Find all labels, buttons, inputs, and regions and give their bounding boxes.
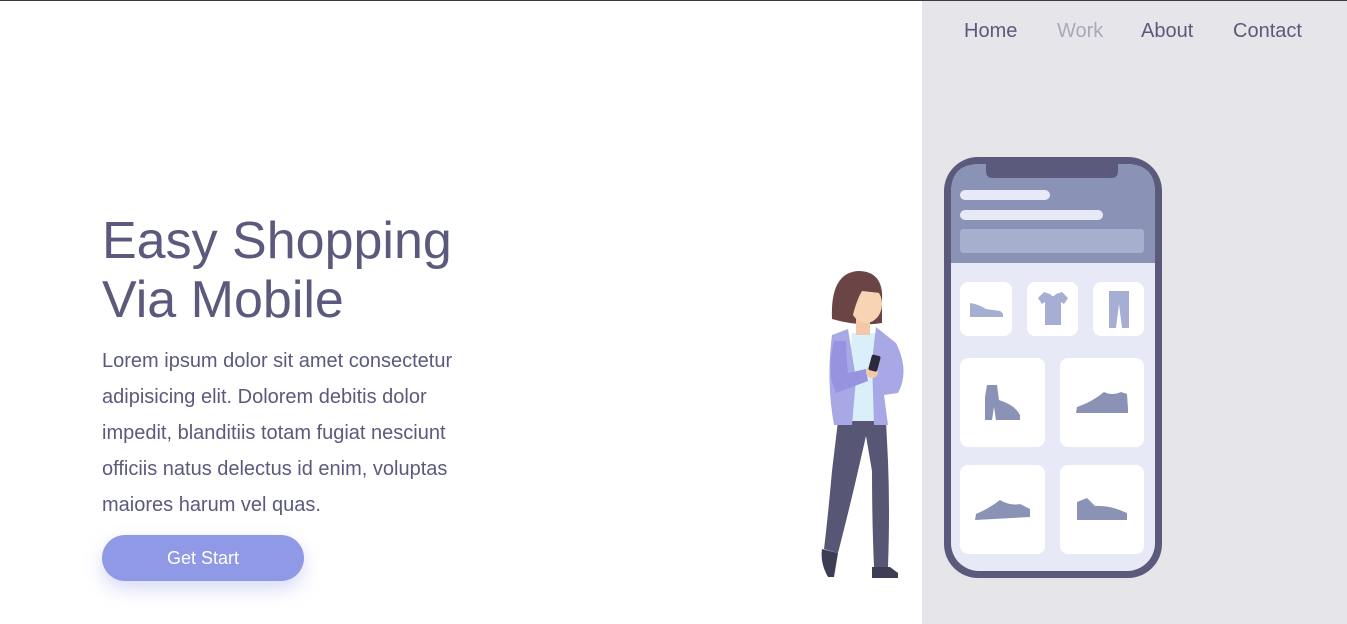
woman-figure-icon [821,271,904,578]
shopping-illustration [821,157,1162,578]
phone-mockup [944,157,1162,578]
